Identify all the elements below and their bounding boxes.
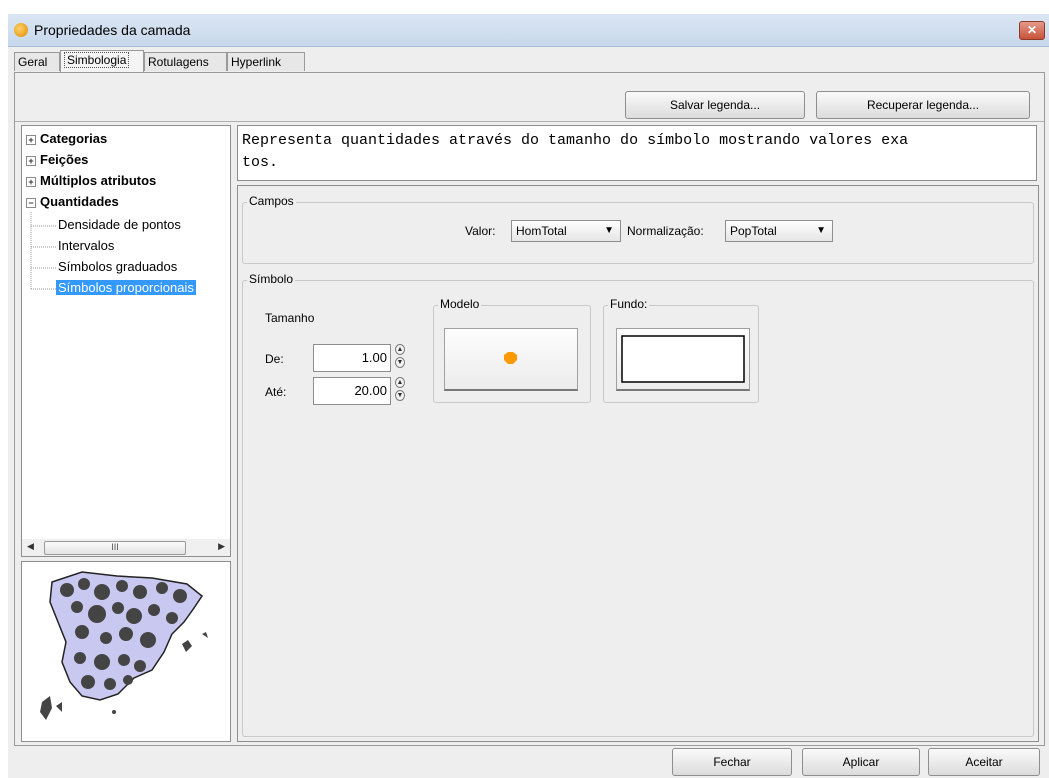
scroll-left-icon[interactable]: ◀ bbox=[27, 541, 34, 552]
de-size-input[interactable]: 1.00 bbox=[313, 344, 391, 372]
chevron-down-icon: ▼ bbox=[816, 225, 826, 236]
close-window-button[interactable]: ✕ bbox=[1019, 21, 1045, 40]
de-label: De: bbox=[265, 352, 284, 366]
spain-map-thumbnail bbox=[40, 571, 208, 720]
simbolo-group: Símbolo Tamanho De: 1.00 ▲ ▼ Até: 20.00 ▲… bbox=[242, 272, 1034, 737]
tree-item-simbolos-graduados[interactable]: Símbolos graduados bbox=[58, 259, 177, 274]
tab-hyperlink[interactable]: Hyperlink bbox=[227, 52, 305, 71]
modelo-legend: Modelo bbox=[438, 297, 482, 311]
window-title: Propriedades da camada bbox=[34, 22, 191, 38]
legend-description: Representa quantidades através do tamanh… bbox=[237, 125, 1037, 181]
dialog-button-bar: Fechar Aplicar Aceitar bbox=[8, 746, 1049, 778]
modelo-group: Modelo bbox=[433, 297, 591, 403]
load-legend-button[interactable]: Recuperar legenda... bbox=[816, 91, 1030, 119]
title-bar[interactable]: Propriedades da camada ✕ bbox=[8, 14, 1049, 47]
tree-item-densidade-de-pontos[interactable]: Densidade de pontos bbox=[58, 217, 181, 232]
legend-toolbar: Salvar legenda... Recuperar legenda... bbox=[15, 73, 1044, 122]
legend-type-tree: + Categorias + Feições + Múltiplos atrib… bbox=[21, 125, 231, 541]
chevron-down-icon: ▼ bbox=[604, 225, 614, 236]
decrement-icon[interactable]: ▼ bbox=[395, 390, 405, 401]
top-margin bbox=[0, 0, 1049, 14]
tab-geral[interactable]: Geral bbox=[14, 52, 60, 71]
tamanho-label: Tamanho bbox=[265, 311, 315, 325]
fundo-legend: Fundo: bbox=[608, 297, 650, 311]
increment-icon[interactable]: ▲ bbox=[395, 344, 405, 355]
ate-stepper[interactable]: ▲ ▼ bbox=[395, 377, 406, 405]
layer-map-preview bbox=[21, 561, 231, 742]
scroll-right-icon[interactable]: ▶ bbox=[218, 541, 225, 552]
octagon-symbol-icon bbox=[504, 352, 517, 364]
symbology-tab-content: Salvar legenda... Recuperar legenda... +… bbox=[14, 72, 1045, 746]
valor-label: Valor: bbox=[465, 224, 496, 238]
decrement-icon[interactable]: ▼ bbox=[395, 357, 405, 368]
rectangle-symbol-icon bbox=[621, 335, 745, 383]
valor-select[interactable]: HomTotal ▼ bbox=[511, 220, 621, 242]
normalizacao-label: Normalização: bbox=[627, 224, 704, 238]
tab-rotulagens[interactable]: Rotulagens bbox=[144, 52, 227, 71]
increment-icon[interactable]: ▲ bbox=[395, 377, 405, 388]
aplicar-button[interactable]: Aplicar bbox=[802, 748, 920, 776]
normalizacao-select[interactable]: PopTotal ▼ bbox=[725, 220, 833, 242]
modelo-symbol-button[interactable] bbox=[444, 328, 578, 391]
de-stepper[interactable]: ▲ ▼ bbox=[395, 344, 406, 372]
tree-item-simbolos-proporcionais[interactable]: Símbolos proporcionais bbox=[56, 280, 196, 295]
save-legend-button[interactable]: Salvar legenda... bbox=[625, 91, 805, 119]
campos-legend: Campos bbox=[247, 194, 296, 208]
tree-connector-lines bbox=[30, 212, 56, 290]
app-icon bbox=[14, 23, 28, 37]
tab-simbologia[interactable]: Simbologia bbox=[60, 50, 144, 72]
aceitar-button[interactable]: Aceitar bbox=[928, 748, 1040, 776]
campos-group: Campos Valor: HomTotal ▼ Normalização: Po… bbox=[242, 194, 1034, 264]
scroll-thumb[interactable]: III bbox=[44, 541, 186, 555]
close-icon: ✕ bbox=[1026, 23, 1038, 37]
ate-size-input[interactable]: 20.00 bbox=[313, 377, 391, 405]
ate-label: Até: bbox=[265, 385, 287, 399]
tree-horizontal-scrollbar[interactable]: ◀ III ▶ bbox=[21, 539, 231, 557]
fundo-group: Fundo: bbox=[603, 297, 759, 403]
fechar-button[interactable]: Fechar bbox=[672, 748, 792, 776]
simbolo-legend: Símbolo bbox=[247, 272, 296, 286]
fundo-symbol-button[interactable] bbox=[616, 328, 750, 391]
tree-item-intervalos[interactable]: Intervalos bbox=[58, 238, 114, 253]
proportional-symbols-panel: Campos Valor: HomTotal ▼ Normalização: Po… bbox=[237, 185, 1039, 742]
layer-properties-window: Propriedades da camada ✕ Geral Simbologi… bbox=[8, 14, 1049, 778]
